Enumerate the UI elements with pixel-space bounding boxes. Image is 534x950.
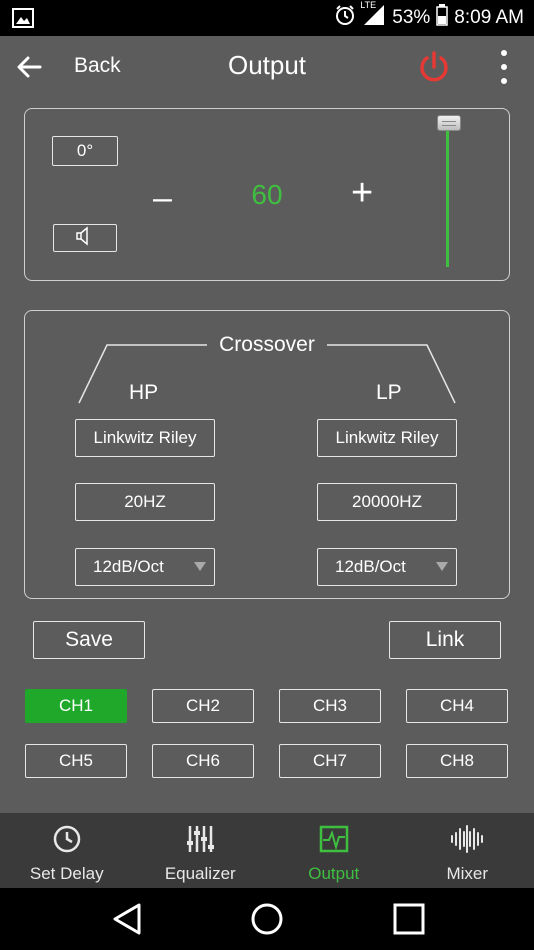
- battery-icon: [436, 4, 449, 32]
- channel-button-ch1[interactable]: CH1: [25, 689, 127, 723]
- channel-button-ch5[interactable]: CH5: [25, 744, 127, 778]
- crossover-title: Crossover: [219, 333, 315, 356]
- tab-label: Output: [308, 864, 360, 883]
- equalizer-icon: [187, 826, 215, 852]
- hp-slope-value: 12dB/Oct: [93, 557, 164, 576]
- hp-frequency-button[interactable]: 20HZ: [75, 483, 215, 521]
- phase-button[interactable]: 0°: [52, 136, 118, 166]
- channel-button-ch6[interactable]: CH6: [152, 744, 254, 778]
- tab-label: Equalizer: [164, 864, 236, 883]
- clock-time: 8:09 AM: [454, 7, 524, 28]
- channel-button-ch2[interactable]: CH2: [152, 689, 254, 723]
- bottom-tab-bar: Set Delay Equalizer Output Mixer: [0, 813, 534, 888]
- tab-label: Set Delay: [29, 864, 104, 883]
- volume-slider-track[interactable]: [446, 129, 449, 267]
- channel-button-ch8[interactable]: CH8: [406, 744, 508, 778]
- volume-increase-button[interactable]: +: [351, 172, 373, 215]
- volume-slider-handle[interactable]: [437, 115, 461, 131]
- nav-back-icon[interactable]: [111, 902, 143, 936]
- image-notification-icon: [12, 8, 34, 33]
- hp-slope-select[interactable]: 12dB/Oct: [75, 548, 215, 586]
- tab-output[interactable]: Output: [267, 813, 401, 888]
- dropdown-arrow-icon: [436, 562, 448, 571]
- hp-label: HP: [129, 381, 159, 404]
- nav-home-icon[interactable]: [250, 902, 284, 936]
- mute-button[interactable]: [53, 224, 117, 252]
- volume-value: 60: [251, 179, 283, 210]
- hp-filter-type-button[interactable]: Linkwitz Riley: [75, 419, 215, 457]
- lp-label: LP: [376, 381, 402, 404]
- app-bar: Back Output: [0, 36, 534, 98]
- power-icon[interactable]: [416, 49, 452, 90]
- alarm-icon: [334, 4, 356, 32]
- crossover-panel: Crossover HP LP Linkwitz Riley Linkwitz …: [24, 310, 510, 599]
- battery-percent: 53%: [392, 7, 431, 28]
- more-options-icon[interactable]: [494, 48, 514, 91]
- crossover-bracket: [78, 344, 456, 404]
- waveform-monitor-icon: [319, 825, 348, 853]
- tab-set-delay[interactable]: Set Delay: [0, 813, 134, 888]
- lp-slope-select[interactable]: 12dB/Oct: [317, 548, 457, 586]
- speaker-icon: [74, 225, 96, 251]
- lp-filter-type-button[interactable]: Linkwitz Riley: [317, 419, 457, 457]
- tab-equalizer[interactable]: Equalizer: [134, 813, 268, 888]
- clock-icon: [53, 825, 80, 853]
- nav-recents-icon[interactable]: [392, 902, 426, 936]
- channel-button-ch7[interactable]: CH7: [279, 744, 381, 778]
- channel-button-ch4[interactable]: CH4: [406, 689, 508, 723]
- signal-icon: LTE: [360, 0, 386, 32]
- volume-decrease-button[interactable]: –: [153, 179, 172, 218]
- save-button[interactable]: Save: [33, 621, 145, 659]
- channel-button-ch3[interactable]: CH3: [279, 689, 381, 723]
- lp-frequency-button[interactable]: 20000HZ: [317, 483, 457, 521]
- system-navigation-bar: [0, 888, 534, 950]
- output-volume-panel: 0° – 60 +: [24, 108, 510, 281]
- page-title: Output: [227, 50, 307, 80]
- status-bar: LTE 53% 8:09 AM: [0, 0, 534, 36]
- dropdown-arrow-icon: [194, 562, 206, 571]
- lp-slope-value: 12dB/Oct: [335, 557, 406, 576]
- link-button[interactable]: Link: [389, 621, 501, 659]
- tab-label: Mixer: [446, 864, 489, 883]
- tab-mixer[interactable]: Mixer: [401, 813, 534, 888]
- soundwave-icon: [451, 825, 484, 853]
